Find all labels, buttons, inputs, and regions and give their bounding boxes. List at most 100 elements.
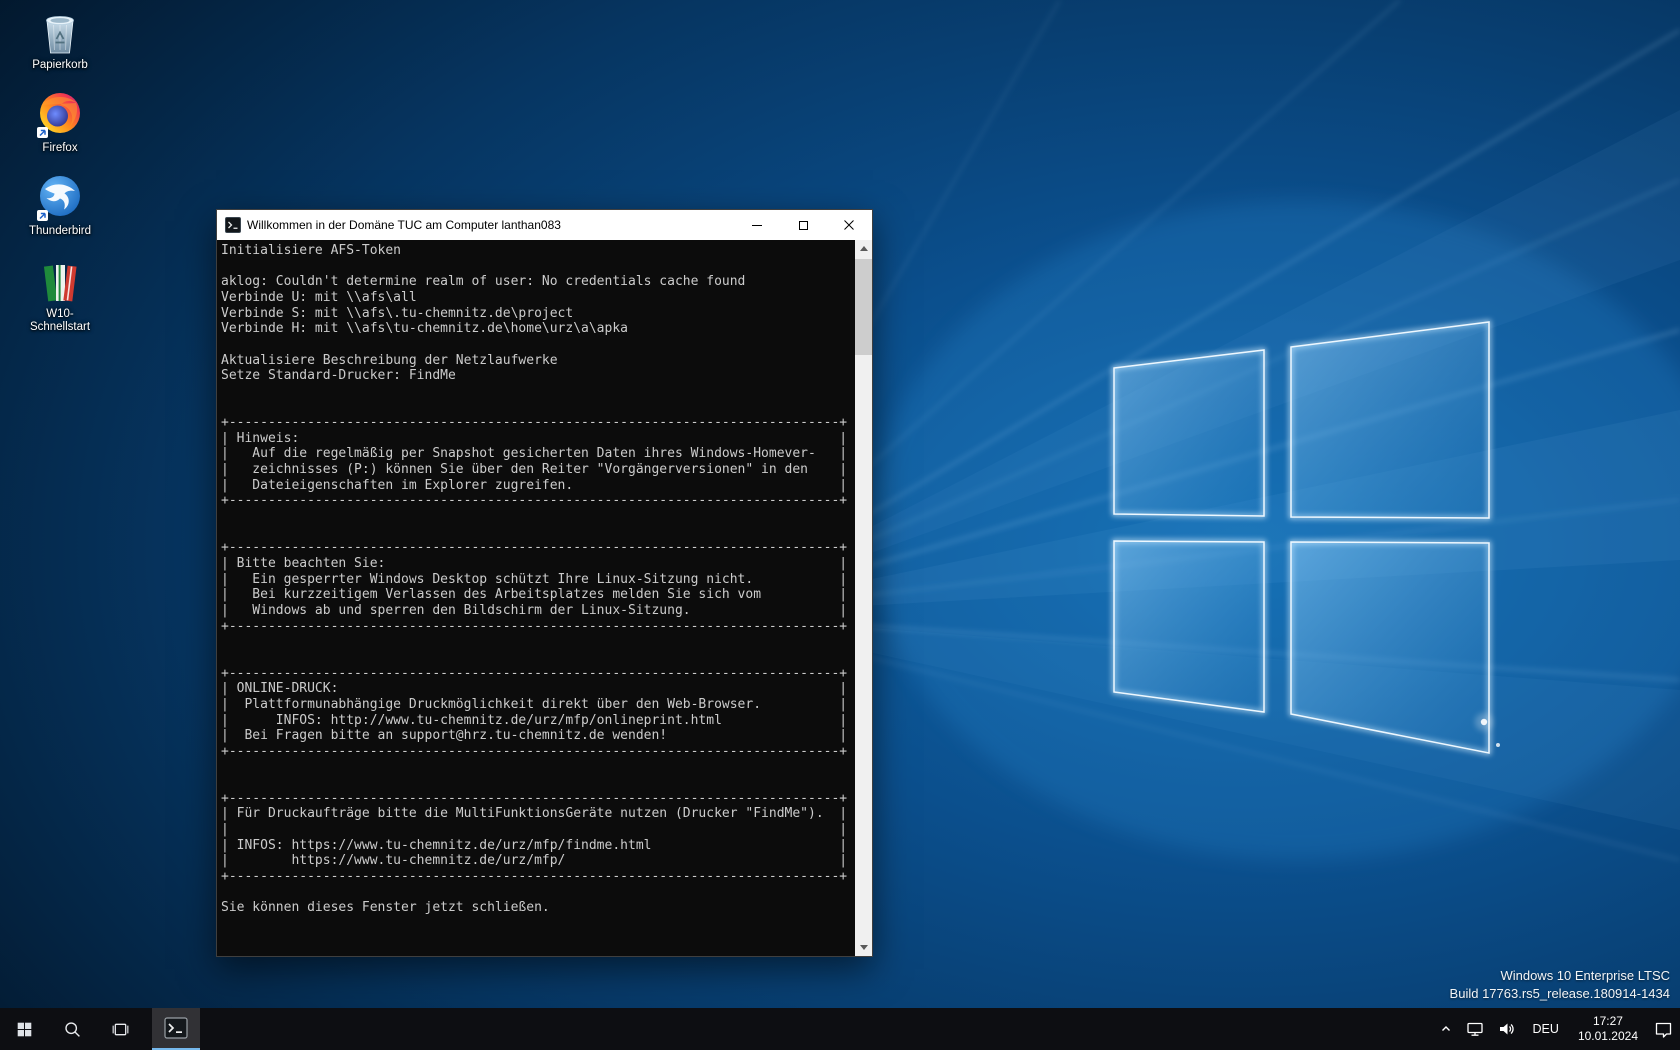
console-line: +---------------------------------------… [221,744,855,760]
cmd-window-icon [225,217,241,233]
console-output[interactable]: Initialisiere AFS-Token aklog: Couldn't d… [217,240,855,956]
desktop-icon-thunderbird[interactable]: Thunderbird [18,174,102,238]
hidden-icons-button[interactable] [1433,1008,1459,1050]
console-line: | Ein gesperrter Windows Desktop schützt… [221,572,855,588]
console-line [221,400,855,416]
windows-start-icon [16,1021,33,1038]
minimize-button[interactable] [734,210,780,240]
console-line: +---------------------------------------… [221,493,855,509]
desktop-icon-label: W10-Schnellstart [18,308,102,334]
console-scrollbar[interactable] [855,240,872,956]
console-line: | Bei Fragen bitte an support@hrz.tu-che… [221,728,855,744]
console-line: | ONLINE-DRUCK:| [221,681,855,697]
thunderbird-icon [36,174,84,222]
console-line: +---------------------------------------… [221,869,855,885]
console-line: | Auf die regelmäßig per Snapshot gesich… [221,446,855,462]
console-line [221,650,855,666]
console-line: +---------------------------------------… [221,666,855,682]
console-line: Aktualisiere Beschreibung der Netzlaufwe… [221,353,855,369]
watermark-build: Build 17763.rs5_release.180914-1434 [1450,985,1670,1003]
console-line: | INFOS: https://www.tu-chemnitz.de/urz/… [221,838,855,854]
task-view-icon [111,1020,130,1039]
close-icon [844,220,854,230]
console-line: Verbinde H: mit \\afs\tu-chemnitz.de\hom… [221,321,855,337]
console-line: | https://www.tu-chemnitz.de/urz/mfp/| [221,853,855,869]
console-window-titlebar[interactable]: Willkommen in der Domäne TUC am Computer… [217,210,872,240]
speaker-icon [1498,1020,1516,1038]
watermark-edition: Windows 10 Enterprise LTSC [1450,967,1670,985]
desktop-icon-label: Firefox [42,142,77,155]
scroll-up-button[interactable] [855,240,872,257]
console-line: | Bitte beachten Sie:| [221,556,855,572]
console-line: Verbinde U: mit \\afs\all [221,290,855,306]
close-button[interactable] [826,210,872,240]
console-line: | Für Druckaufträge bitte die MultiFunkt… [221,806,855,822]
scroll-down-button[interactable] [855,939,872,956]
console-body: Initialisiere AFS-Token aklog: Couldn't d… [217,240,872,956]
build-watermark: Windows 10 Enterprise LTSC Build 17763.r… [1450,967,1670,1002]
taskbar-app-console[interactable] [152,1008,200,1050]
taskbar: DEU 17:27 10.01.2024 [0,1008,1680,1050]
console-line: aklog: Couldn't determine realm of user:… [221,274,855,290]
console-line: +---------------------------------------… [221,540,855,556]
desktop-icon-label: Papierkorb [32,59,88,72]
recycle-bin-icon [36,8,84,56]
scroll-up-icon [860,246,868,251]
search-button[interactable] [48,1008,96,1050]
console-line: Verbinde S: mit \\afs\.tu-chemnitz.de\pr… [221,306,855,322]
scroll-down-icon [860,945,868,950]
console-line: +---------------------------------------… [221,791,855,807]
console-line: | INFOS: http://www.tu-chemnitz.de/urz/m… [221,713,855,729]
network-button[interactable] [1459,1008,1491,1050]
desktop-icon-label: Thunderbird [29,225,91,238]
chevron-up-icon [1440,1023,1452,1035]
console-line: Sie können dieses Fenster jetzt schließe… [221,900,855,916]
console-line [221,760,855,776]
console-line: | Bei kurzzeitigem Verlassen des Arbeits… [221,587,855,603]
caption-buttons [734,210,872,240]
minimize-icon [752,225,762,226]
action-center-button[interactable] [1647,1008,1680,1050]
console-line: | Plattformunabhängige Druckmöglichkeit … [221,697,855,713]
console-line: Setze Standard-Drucker: FindMe [221,368,855,384]
start-button[interactable] [0,1008,48,1050]
window-title: Willkommen in der Domäne TUC am Computer… [247,218,734,232]
system-tray: DEU 17:27 10.01.2024 [1433,1008,1680,1050]
w10-schnellstart-icon [36,257,84,305]
console-line: | Windows ab und sperren den Bildschirm … [221,603,855,619]
task-view-button[interactable] [96,1008,144,1050]
console-line: | zeichnisses (P:) können Sie über den R… [221,462,855,478]
console-line [221,259,855,275]
console-line [221,885,855,901]
scrollbar-thumb[interactable] [855,259,872,355]
taskbar-spacer [200,1008,1433,1050]
console-window: Willkommen in der Domäne TUC am Computer… [216,209,873,957]
desktop-icon-firefox[interactable]: Firefox [18,91,102,155]
desktop-icon-papierkorb[interactable]: Papierkorb [18,8,102,72]
console-line: | Hinweis:| [221,431,855,447]
maximize-icon [799,221,808,230]
console-line [221,525,855,541]
console-line: || [221,822,855,838]
console-line [221,384,855,400]
firefox-icon [36,91,84,139]
notification-icon [1654,1020,1673,1039]
clock-time: 17:27 [1593,1014,1623,1029]
taskbar-clock[interactable]: 17:27 10.01.2024 [1569,1008,1647,1050]
console-line [221,337,855,353]
console-line: Initialisiere AFS-Token [221,243,855,259]
console-line: +---------------------------------------… [221,415,855,431]
cmd-taskbar-icon [164,1016,188,1040]
console-line: | Dateieigenschaften im Explorer zugreif… [221,478,855,494]
volume-button[interactable] [1491,1008,1523,1050]
console-line: +---------------------------------------… [221,619,855,635]
network-icon [1466,1020,1484,1038]
console-line [221,509,855,525]
desktop-icon-w10-schnellstart[interactable]: W10-Schnellstart [18,257,102,334]
scrollbar-track[interactable] [855,257,872,939]
desktop-icon-column: Papierkorb [18,8,102,334]
maximize-button[interactable] [780,210,826,240]
console-line [221,634,855,650]
language-indicator[interactable]: DEU [1523,1008,1569,1050]
desktop[interactable]: Papierkorb [0,0,1680,1050]
